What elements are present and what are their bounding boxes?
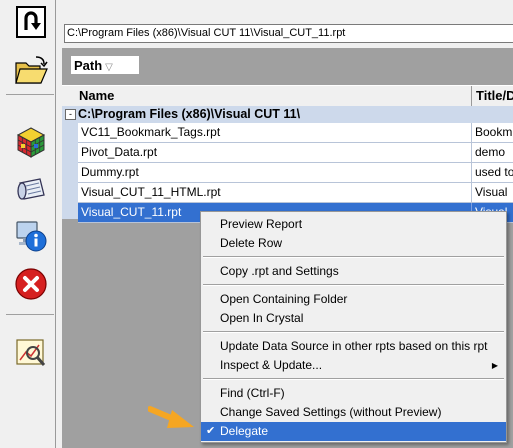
row-name: Dummy.rpt [81,165,139,179]
back-arrow-icon[interactable] [13,4,49,40]
menu-separator [203,331,504,333]
scroll-icon[interactable] [13,172,49,208]
chart-magnifier-icon[interactable] [13,334,49,370]
row-name: Pivot_Data.rpt [81,145,158,159]
menu-item-open-containing-folder[interactable]: Open Containing Folder [201,290,506,309]
menu-item-find[interactable]: Find (Ctrl-F) [201,384,506,403]
open-folder-icon[interactable] [13,52,49,88]
row-name: Visual_CUT_11_HTML.rpt [81,185,221,199]
table-row[interactable]: Pivot_Data.rpt demo [78,143,513,163]
menu-item-update-data-source[interactable]: Update Data Source in other rpts based o… [201,337,506,356]
menu-separator [203,378,504,380]
group-by-path-button[interactable]: Path ▽ [70,55,140,75]
menu-item-inspect-update[interactable]: Inspect & Update... ▶ [201,356,506,375]
rubiks-cube-icon[interactable] [13,124,49,160]
row-name: Visual_CUT_11.rpt [81,205,182,219]
checkmark-icon: ✔ [206,425,216,437]
table-row[interactable]: VC11_Bookmark_Tags.rpt Bookm [78,123,513,143]
sort-indicator-icon: ▽ [105,62,113,73]
row-title: demo [471,143,505,162]
menu-item-change-saved-settings[interactable]: Change Saved Settings (without Preview) [201,403,506,422]
row-title: used to [471,163,513,182]
column-header-name[interactable]: Name [79,86,114,106]
row-title: Visual [471,183,507,202]
toolbar-separator [6,94,54,95]
menu-separator [203,256,504,258]
menu-separator [203,284,504,286]
group-row[interactable]: - C:\Program Files (x86)\Visual CUT 11\ [62,106,513,123]
toolbar-sidebar [0,0,56,448]
column-header-row: Name Title/D [62,85,513,107]
row-title: Bookm [471,123,512,142]
column-header-title[interactable]: Title/D [471,86,513,106]
info-icon[interactable] [13,218,49,254]
table-row[interactable]: Visual_CUT_11_HTML.rpt Visual [78,183,513,203]
context-menu: Preview Report Delete Row Copy .rpt and … [200,211,507,443]
menu-item-delete-row[interactable]: Delete Row [201,234,506,253]
close-icon[interactable] [13,266,49,302]
menu-item-delegate[interactable]: ✔ Delegate [201,422,506,441]
collapse-group-icon[interactable]: - [65,109,76,120]
toolbar-separator [6,314,54,315]
group-by-label: Path [74,58,103,73]
group-indent-bar [62,123,78,219]
group-row-label: C:\Program Files (x86)\Visual CUT 11\ [78,107,301,121]
table-row[interactable]: Dummy.rpt used to [78,163,513,183]
submenu-arrow-icon: ▶ [491,361,498,370]
menu-item-copy-rpt-settings[interactable]: Copy .rpt and Settings [201,262,506,281]
menu-item-open-in-crystal[interactable]: Open In Crystal [201,309,506,328]
report-path-field[interactable]: C:\Program Files (x86)\Visual CUT 11\Vis… [64,24,513,43]
menu-item-preview-report[interactable]: Preview Report [201,215,506,234]
pointer-arrow-icon [147,404,196,435]
row-name: VC11_Bookmark_Tags.rpt [81,125,221,139]
